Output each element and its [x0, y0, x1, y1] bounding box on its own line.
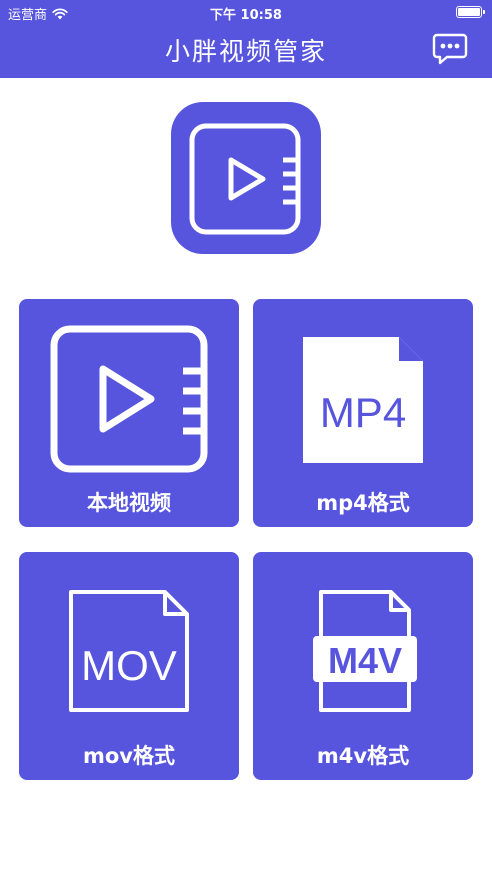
status-time: 下午 10:58 — [210, 8, 282, 23]
mov-file-icon: MOV — [69, 590, 189, 712]
tile-label: 本地视频 — [87, 491, 171, 515]
tile-label: mov格式 — [83, 744, 175, 768]
file-type-text: M4V — [328, 640, 402, 681]
video-play-icon — [50, 325, 208, 473]
status-bar: 运营商 下午 10:58 — [0, 0, 492, 26]
app-title: 小胖视频管家 — [164, 37, 327, 66]
app-header: 运营商 下午 10:58 小胖视频管家 — [0, 0, 492, 78]
battery-icon — [456, 6, 485, 18]
tile-mov[interactable]: MOV mov格式 — [19, 552, 239, 780]
mp4-file-icon: MP4 — [303, 337, 423, 463]
video-play-icon — [189, 123, 301, 235]
file-type-text: MP4 — [320, 389, 406, 436]
chat-bubble-icon[interactable] — [432, 33, 468, 65]
file-type-text: MOV — [81, 642, 177, 689]
tile-label: m4v格式 — [316, 744, 410, 768]
tile-label: mp4格式 — [316, 491, 410, 515]
tile-m4v[interactable]: M4V m4v格式 — [253, 552, 473, 780]
m4v-file-icon: M4V — [313, 590, 417, 712]
tile-mp4[interactable]: MP4 mp4格式 — [253, 299, 473, 527]
tile-local-video[interactable]: 本地视频 — [19, 299, 239, 527]
app-logo — [171, 102, 321, 254]
